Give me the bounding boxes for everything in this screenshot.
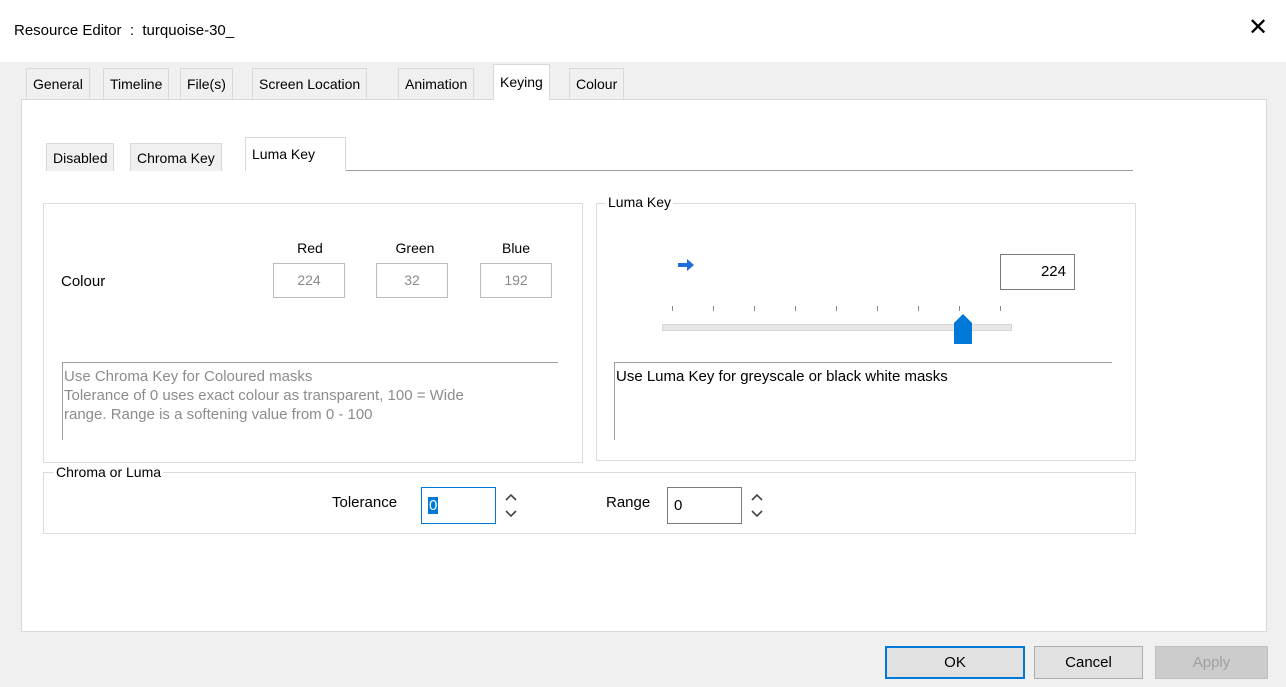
slider-tick (795, 306, 796, 311)
chroma-help-text: Use Chroma Key for Coloured masks Tolera… (62, 362, 558, 440)
chroma-help-line-1: Use Chroma Key for Coloured masks (64, 368, 313, 385)
chevron-up-icon (751, 493, 763, 501)
slider-tick (713, 306, 714, 311)
tolerance-value: 0 (428, 497, 439, 514)
chroma-or-luma-title: Chroma or Luma (54, 464, 164, 480)
slider-tick (959, 306, 960, 311)
tab-keying[interactable]: Keying (493, 64, 550, 100)
chevron-down-icon (505, 510, 517, 518)
chroma-help-line-2: Tolerance of 0 uses exact colour as tran… (64, 387, 464, 404)
red-field[interactable]: 224 (273, 263, 345, 298)
tab-general[interactable]: General (26, 68, 90, 99)
cancel-button[interactable]: Cancel (1034, 646, 1143, 679)
tab-timeline[interactable]: Timeline (103, 68, 170, 99)
chevron-down-icon (751, 510, 763, 518)
slider-tick (877, 306, 878, 311)
slider-tick (754, 306, 755, 311)
green-label: Green (395, 240, 435, 256)
apply-button[interactable]: Apply (1155, 646, 1268, 679)
tolerance-input[interactable]: 0 (421, 487, 496, 524)
green-field[interactable]: 32 (376, 263, 448, 298)
luma-help-text: Use Luma Key for greyscale or black whit… (614, 362, 1112, 440)
colour-label: Colour (61, 273, 106, 290)
close-icon[interactable]: ✕ (1240, 10, 1276, 46)
range-input[interactable]: 0 (667, 487, 742, 524)
range-value: 0 (674, 497, 683, 514)
subtab-chroma-key[interactable]: Chroma Key (130, 143, 222, 171)
subtab-disabled[interactable]: Disabled (46, 143, 115, 171)
red-label: Red (297, 240, 323, 256)
range-spinner[interactable] (745, 487, 769, 524)
range-label: Range (606, 494, 651, 511)
ok-button[interactable]: OK (885, 646, 1025, 679)
luma-value-field[interactable]: 224 (1000, 254, 1075, 290)
slider-tick (672, 306, 673, 311)
tab-animation[interactable]: Animation (398, 68, 475, 99)
tolerance-label: Tolerance (332, 494, 398, 511)
slider-tick (836, 306, 837, 311)
slider-tick (1000, 306, 1001, 311)
slider-thumb-icon[interactable] (954, 314, 972, 344)
tab-colour[interactable]: Colour (569, 68, 625, 99)
chroma-or-luma-group (43, 472, 1136, 534)
tolerance-spinner[interactable] (499, 487, 523, 524)
chroma-help-line-3: range. Range is a softening value from 0… (64, 406, 373, 423)
chevron-up-icon (505, 493, 517, 501)
tab-files[interactable]: File(s) (180, 68, 233, 99)
tab-screen-location[interactable]: Screen Location (252, 68, 368, 99)
window-title: Resource Editor : turquoise-30_ (14, 22, 235, 39)
blue-label: Blue (501, 240, 531, 256)
blue-field[interactable]: 192 (480, 263, 552, 298)
subtab-divider (345, 170, 1133, 172)
slider-tick (918, 306, 919, 311)
arrow-right-icon (678, 258, 696, 272)
luma-key-group-title: Luma Key (606, 194, 674, 210)
subtab-luma-key[interactable]: Luma Key (245, 137, 346, 171)
